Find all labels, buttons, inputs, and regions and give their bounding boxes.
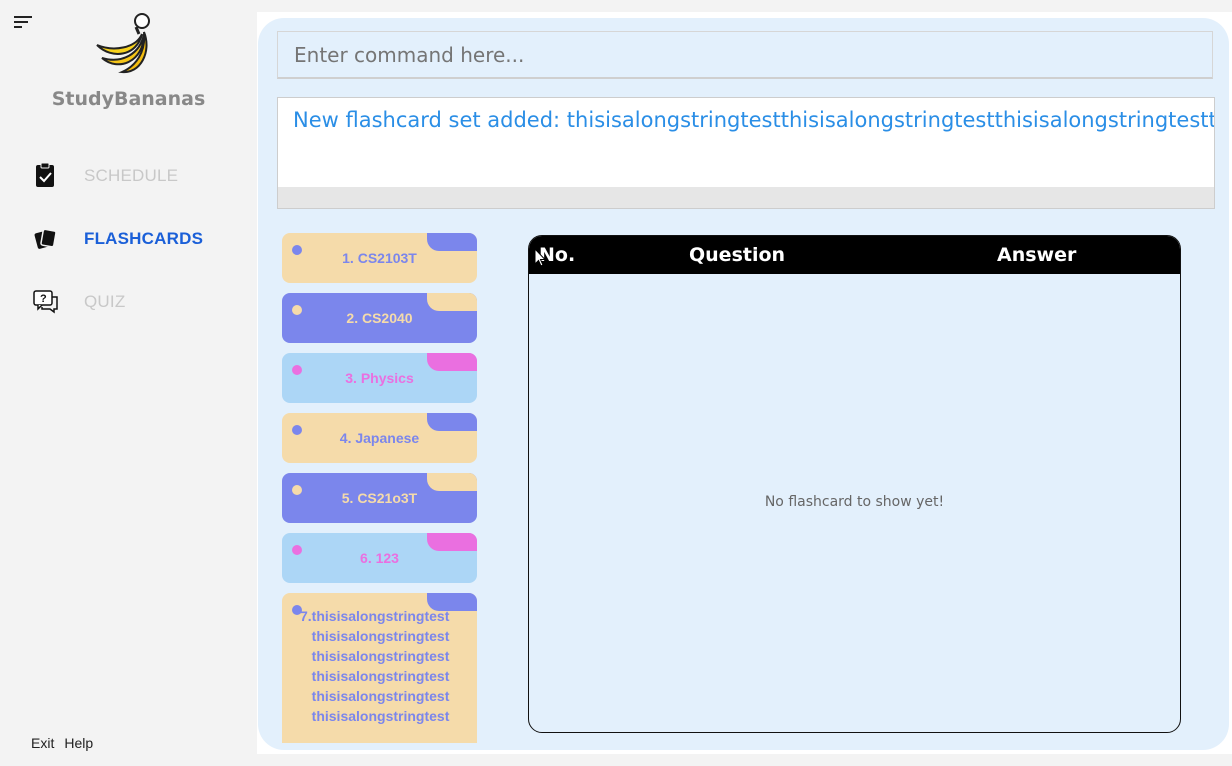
nav-item-flashcards[interactable]: FLASHCARDS: [30, 221, 240, 255]
deck-card[interactable]: 6. 123: [282, 533, 477, 583]
quiz-chat-icon: ?: [33, 290, 58, 314]
flashcard-table: No. Question Answer No flashcard to show…: [528, 235, 1181, 733]
result-display: New flashcard set added: thisisalongstri…: [277, 97, 1215, 209]
deck-card[interactable]: 2. CS2040: [282, 293, 477, 343]
column-header-question[interactable]: Question: [689, 244, 785, 266]
deck-card[interactable]: 1. CS2103T: [282, 233, 477, 283]
result-text: New flashcard set added: thisisalongstri…: [293, 108, 1215, 132]
deck-name: 7.thisisalongstringtest thisisalongstrin…: [300, 608, 450, 724]
nav-label-flashcards: FLASHCARDS: [84, 229, 204, 248]
main-panel: New flashcard set added: thisisalongstri…: [257, 12, 1232, 754]
svg-text:?: ?: [40, 293, 47, 305]
deck-name: 6. 123: [360, 550, 399, 566]
deck-name: 2. CS2040: [346, 310, 413, 326]
deck-name: 5. CS21o3T: [341, 490, 418, 506]
help-link[interactable]: Help: [64, 735, 93, 751]
column-header-answer[interactable]: Answer: [997, 244, 1076, 266]
deck-name: 4. Japanese: [339, 430, 420, 446]
deck-card[interactable]: 5. CS21o3T: [282, 473, 477, 523]
app-name: StudyBananas: [51, 88, 206, 110]
deck-card[interactable]: 7.thisisalongstringtest thisisalongstrin…: [282, 593, 477, 743]
menu-icon[interactable]: [14, 14, 34, 30]
nav-item-schedule[interactable]: SCHEDULE: [30, 158, 240, 192]
deck-name: 3. Physics: [345, 370, 414, 386]
flashcards-icon: [34, 228, 57, 249]
clipboard-check-icon: [36, 162, 54, 187]
sidebar: StudyBananas SCHEDULE FLASHCARDS ? QUIZ …: [0, 0, 257, 766]
main-content: New flashcard set added: thisisalongstri…: [258, 18, 1229, 750]
nav-label-schedule: SCHEDULE: [84, 166, 179, 185]
table-header: No. Question Answer: [529, 236, 1180, 274]
nav-label-quiz: QUIZ: [84, 292, 126, 311]
nav-item-quiz[interactable]: ? QUIZ: [30, 284, 240, 318]
deck-name: 1. CS2103T: [342, 250, 417, 266]
empty-table-message: No flashcard to show yet!: [764, 494, 945, 510]
command-input[interactable]: [277, 31, 1213, 79]
sidebar-footer: Exit Help: [31, 735, 103, 751]
deck-card[interactable]: 4. Japanese: [282, 413, 477, 463]
flashcard-set-list[interactable]: 1. CS2103T 2. CS2040 3. Physics 4. Japan…: [282, 233, 478, 743]
mouse-cursor-icon: [534, 248, 546, 267]
exit-link[interactable]: Exit: [31, 735, 54, 751]
horizontal-scrollbar[interactable]: [278, 187, 1214, 208]
deck-card[interactable]: 3. Physics: [282, 353, 477, 403]
banana-logo-icon: [96, 13, 150, 74]
